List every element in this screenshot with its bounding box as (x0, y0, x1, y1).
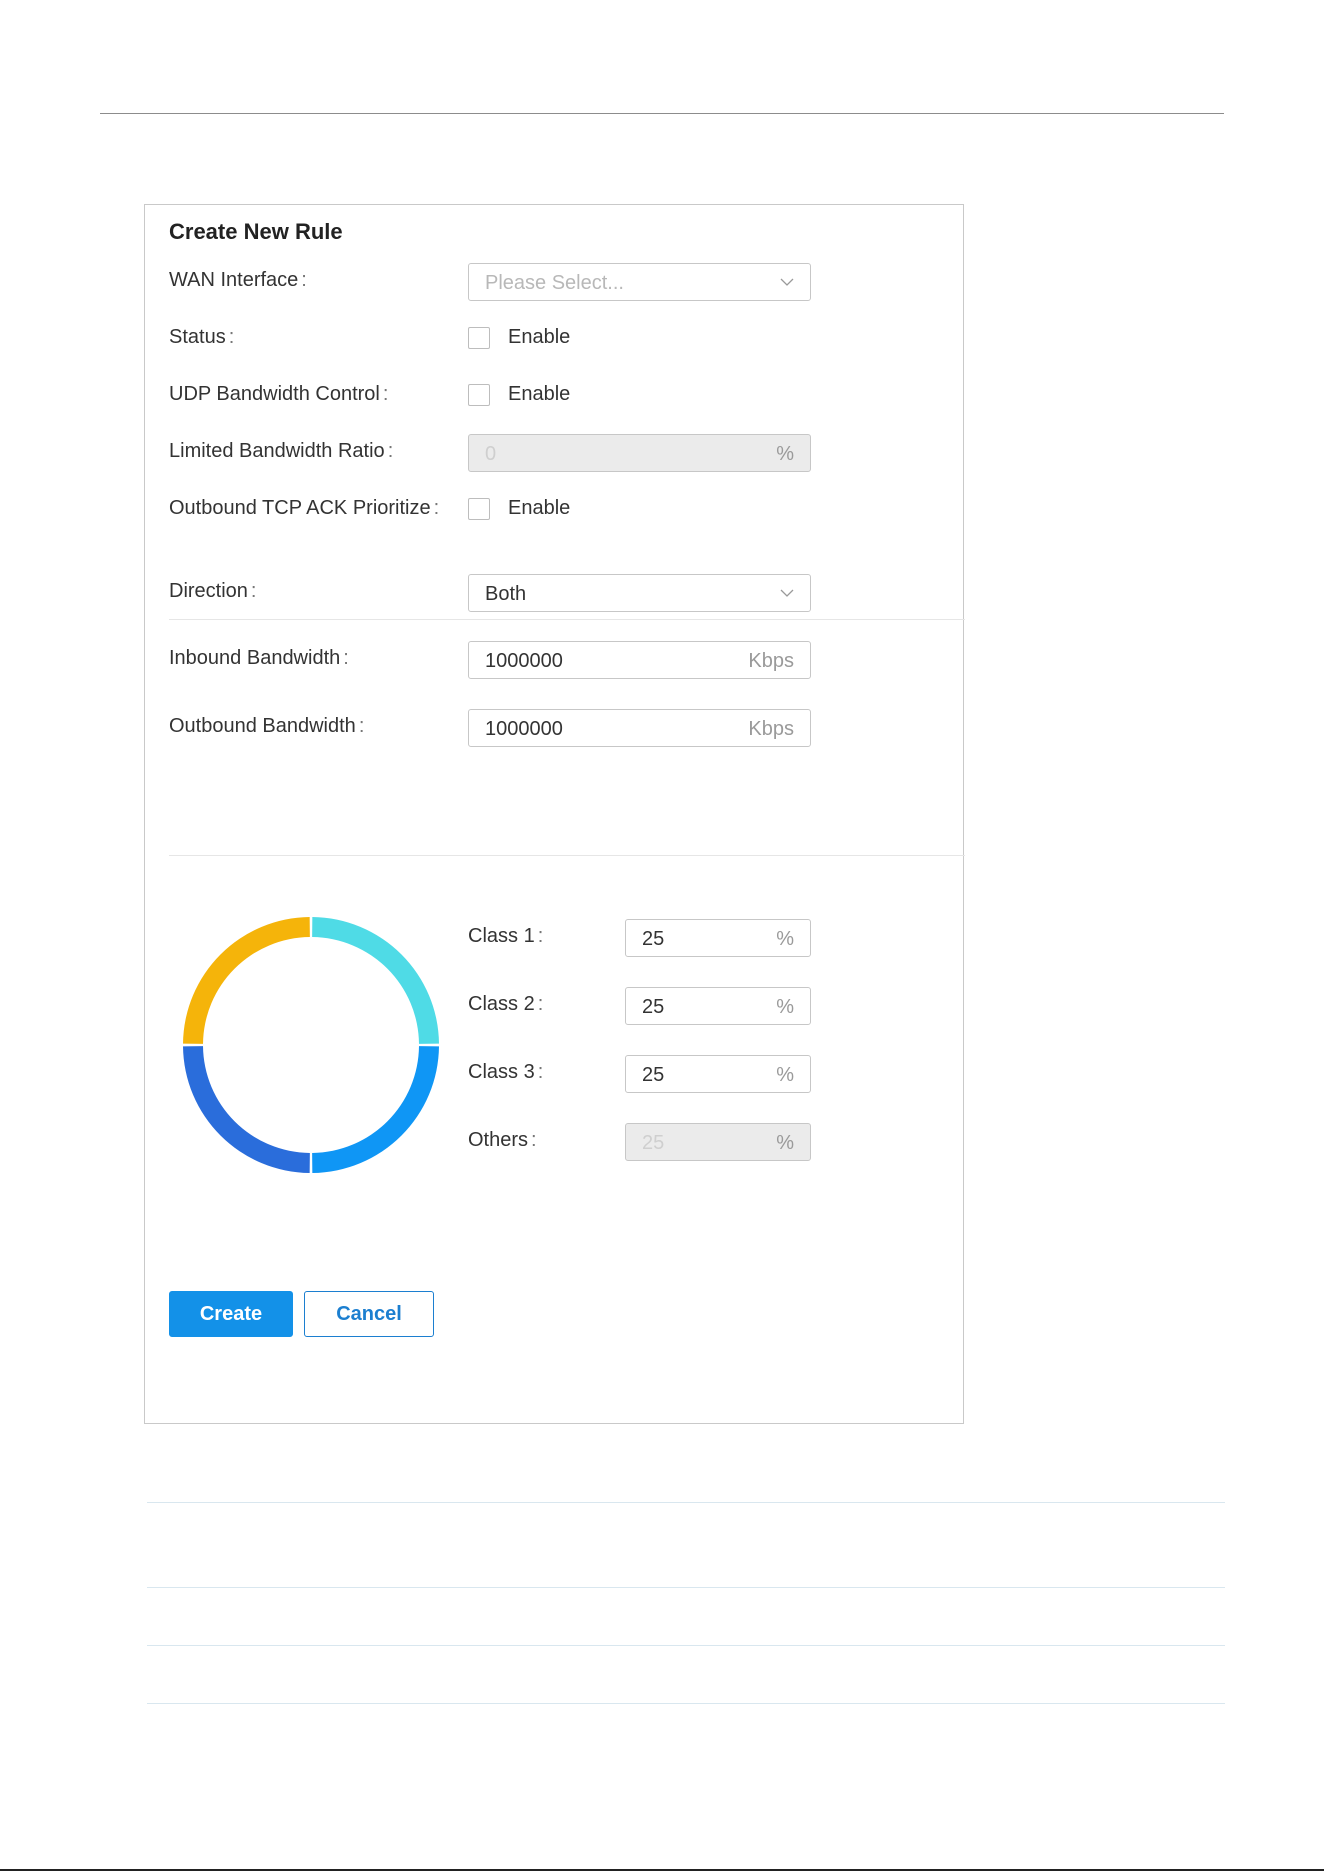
limited-bandwidth-ratio-value: 0 (485, 443, 497, 465)
percent-unit: % (776, 1132, 794, 1154)
class-1-value: 25 (642, 928, 665, 950)
wan-interface-label: WAN Interface: (169, 269, 307, 291)
class-1-input[interactable]: 25 % (625, 919, 811, 957)
create-button[interactable]: Create (169, 1291, 293, 1337)
outbound-bandwidth-input[interactable]: 1000000 Kbps (468, 709, 811, 747)
chevron-down-icon (780, 589, 794, 597)
donut-segment-1 (312, 917, 439, 1044)
donut-segment-4 (183, 917, 310, 1044)
status-enable-label[interactable]: Enable (508, 326, 570, 349)
donut-segment-2 (312, 1046, 439, 1173)
class-2-input[interactable]: 25 % (625, 987, 811, 1025)
outbound-bandwidth-value: 1000000 (485, 718, 563, 740)
direction-select[interactable]: Both (468, 574, 811, 612)
panel-title: Create New Rule (169, 219, 343, 244)
wan-interface-placeholder: Please Select... (485, 272, 624, 294)
limited-bandwidth-ratio-label: Limited Bandwidth Ratio: (169, 440, 394, 462)
kbps-unit: Kbps (748, 718, 794, 740)
udp-bandwidth-control-label: UDP Bandwidth Control: (169, 383, 389, 405)
class-2-label: Class 2: (468, 993, 544, 1015)
class-distribution-donut (183, 917, 439, 1173)
kbps-unit: Kbps (748, 650, 794, 672)
class-2-value: 25 (642, 996, 665, 1018)
page-rule (147, 1587, 1225, 1588)
page-rule (147, 1645, 1225, 1646)
class-1-label: Class 1: (468, 925, 544, 947)
outbound-tcp-ack-label: Outbound TCP ACK Prioritize: (169, 497, 440, 519)
inbound-bandwidth-label: Inbound Bandwidth: (169, 647, 349, 669)
udp-bandwidth-enable-checkbox[interactable] (468, 384, 490, 406)
percent-unit: % (776, 1064, 794, 1086)
percent-unit: % (776, 928, 794, 950)
limited-bandwidth-ratio-input[interactable]: 0 % (468, 434, 811, 472)
cancel-button[interactable]: Cancel (304, 1291, 434, 1337)
chevron-down-icon (780, 278, 794, 286)
class-3-value: 25 (642, 1064, 665, 1086)
others-input[interactable]: 25 % (625, 1123, 811, 1161)
class-3-input[interactable]: 25 % (625, 1055, 811, 1093)
status-label: Status: (169, 326, 235, 348)
percent-unit: % (776, 443, 794, 465)
outbound-bandwidth-label: Outbound Bandwidth: (169, 715, 365, 737)
section-divider (169, 619, 965, 620)
direction-label: Direction: (169, 580, 257, 602)
bottom-rule (0, 1869, 1324, 1871)
outbound-tcp-ack-checkbox[interactable] (468, 498, 490, 520)
page-rule (147, 1502, 1225, 1503)
donut-segment-3 (183, 1046, 310, 1173)
section-divider (169, 855, 965, 856)
page-rule (147, 1703, 1225, 1704)
status-enable-checkbox[interactable] (468, 327, 490, 349)
percent-unit: % (776, 996, 794, 1018)
direction-value: Both (485, 583, 527, 605)
create-rule-panel: Create New Rule WAN Interface: Please Se… (144, 204, 965, 1424)
inbound-bandwidth-value: 1000000 (485, 650, 563, 672)
inbound-bandwidth-input[interactable]: 1000000 Kbps (468, 641, 811, 679)
top-rule (100, 113, 1224, 114)
others-value: 25 (642, 1132, 665, 1154)
class-3-label: Class 3: (468, 1061, 544, 1083)
wan-interface-select[interactable]: Please Select... (468, 263, 811, 301)
outbound-tcp-ack-enable-label[interactable]: Enable (508, 497, 570, 520)
udp-bandwidth-enable-label[interactable]: Enable (508, 383, 570, 406)
others-label: Others: (468, 1129, 537, 1151)
